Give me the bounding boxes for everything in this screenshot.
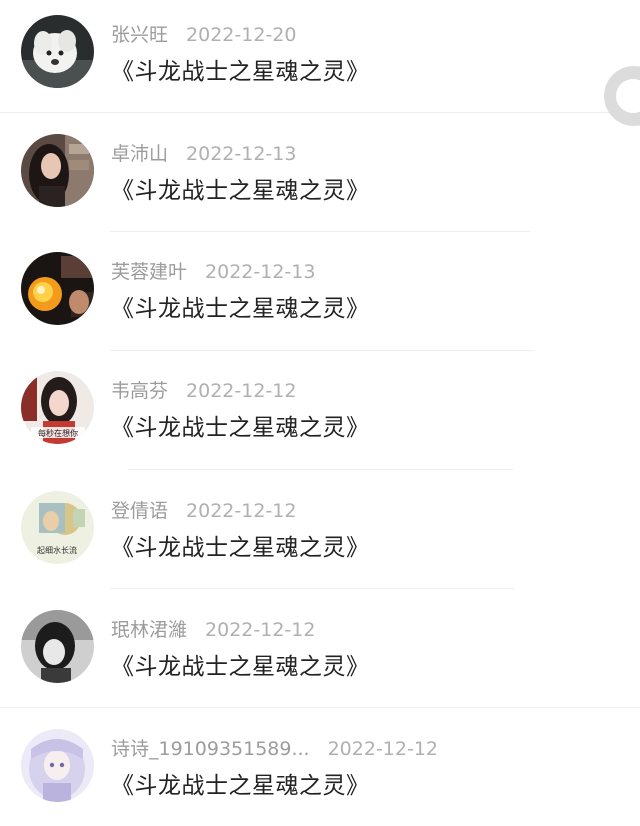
comment-username[interactable]: 珉林涒濰 [111,619,187,641]
illustration-avatar-icon[interactable]: 起细水长流 [21,491,94,564]
comment-item[interactable]: 诗诗_19109351589... 2022-12-12 《斗龙战士之星魂之灵》 [0,714,640,826]
comment-meta: 登倩语 2022-12-12 [111,498,296,524]
avatar-caption-text: 起细水长流 [37,545,77,555]
comment-date: 2022-12-13 [186,143,297,165]
comment-item[interactable]: 卓沛山 2022-12-13 《斗龙战士之星魂之灵》 [0,119,640,238]
divider [110,231,530,232]
comment-item[interactable]: 芙蓉建叶 2022-12-13 《斗龙战士之星魂之灵》 [0,237,640,356]
comment-username[interactable]: 韦高芬 [111,380,168,402]
floating-circle-button-inner [616,79,640,113]
comment-date: 2022-12-12 [327,738,439,760]
comment-item[interactable]: 起细水长流 登倩语 2022-12-12 《斗龙战士之星魂之灵》 [0,476,640,595]
comment-meta: 张兴旺 2022-12-20 [111,22,296,48]
divider [110,350,535,351]
comment-list: 张兴旺 2022-12-20 《斗龙战士之星魂之灵》 卓沛山 2022-12-13 … [0,0,640,826]
comment-date: 2022-12-12 [186,500,297,522]
comment-username[interactable]: 诗诗_19109351589... [111,738,310,760]
comment-username[interactable]: 芙蓉建叶 [111,261,187,283]
comment-meta: 诗诗_19109351589... 2022-12-12 [111,736,438,762]
girl-with-caption-avatar-icon[interactable]: 每秒在想你 [21,371,94,444]
comment-date: 2022-12-12 [205,619,316,641]
comment-item[interactable]: 张兴旺 2022-12-20 《斗龙战士之星魂之灵》 [0,0,640,119]
divider [0,112,640,113]
comment-item[interactable]: 每秒在想你 韦高芬 2022-12-12 《斗龙战士之星魂之灵》 [0,356,640,475]
comment-text: 《斗龙战士之星魂之灵》 [111,415,370,441]
comment-text: 《斗龙战士之星魂之灵》 [111,59,370,85]
comment-item[interactable]: 珉林涒濰 2022-12-12 《斗龙战士之星魂之灵》 [0,595,640,714]
comment-text: 《斗龙战士之星魂之灵》 [111,178,370,204]
comment-date: 2022-12-20 [186,24,297,46]
white-dog-avatar-icon[interactable] [21,15,94,88]
girl-portrait-avatar-icon[interactable] [21,134,94,207]
divider [110,588,515,589]
comment-meta: 韦高芬 2022-12-12 [111,378,296,404]
comment-date: 2022-12-13 [205,261,316,283]
comment-username[interactable]: 卓沛山 [111,143,168,165]
comment-meta: 卓沛山 2022-12-13 [111,141,296,167]
comment-username[interactable]: 张兴旺 [111,24,168,46]
bw-portrait-avatar-icon[interactable] [21,610,94,683]
comment-username[interactable]: 登倩语 [111,500,168,522]
glowing-orb-avatar-icon[interactable] [21,252,94,325]
avatar-caption-text: 每秒在想你 [38,428,78,438]
comment-text: 《斗龙战士之星魂之灵》 [111,296,370,322]
comment-text: 《斗龙战士之星魂之灵》 [111,654,370,680]
comment-meta: 芙蓉建叶 2022-12-13 [111,259,315,285]
divider [128,469,513,470]
comment-date: 2022-12-12 [186,380,297,402]
divider [0,707,640,708]
comment-text: 《斗龙战士之星魂之灵》 [111,535,370,561]
comment-text: 《斗龙战士之星魂之灵》 [111,773,370,799]
anime-girl-avatar-icon[interactable] [21,729,94,802]
comment-meta: 珉林涒濰 2022-12-12 [111,617,315,643]
